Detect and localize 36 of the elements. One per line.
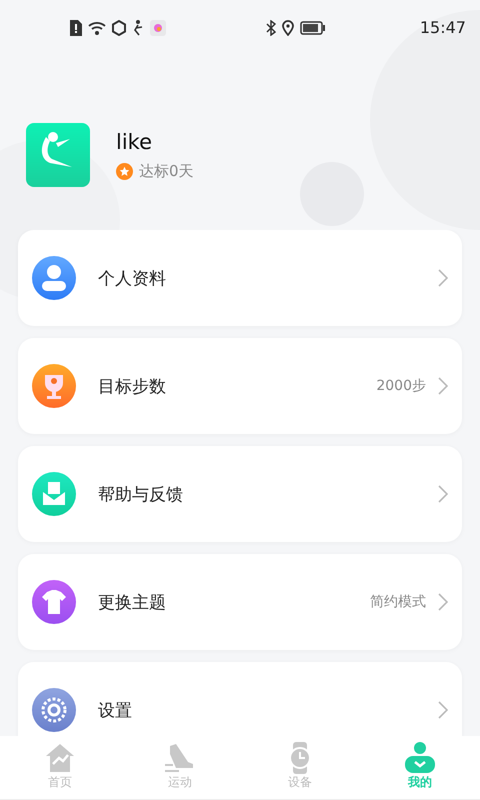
app-logo — [26, 123, 90, 187]
clock-time: 15:47 — [420, 18, 466, 37]
location-icon — [282, 20, 294, 36]
chevron-icon — [438, 701, 448, 719]
hexagon-icon — [112, 20, 126, 36]
chevron-icon — [438, 269, 448, 287]
menu-label: 目标步数 — [98, 376, 166, 398]
menu-item[interactable]: 更换主题 简约模式 — [18, 554, 462, 650]
wifi-icon — [88, 20, 106, 34]
user-name: like — [116, 130, 154, 154]
trophy-icon — [32, 364, 76, 408]
chevron-icon — [438, 593, 448, 611]
menu-label: 设置 — [98, 700, 132, 722]
help-icon — [32, 472, 76, 516]
profile-icon — [32, 256, 76, 300]
bluetooth-icon — [266, 20, 276, 36]
menu-item[interactable]: 个人资料 — [18, 230, 462, 326]
house-icon — [44, 742, 76, 774]
menu-value: 简约模式 — [370, 593, 426, 611]
chevron-icon — [438, 485, 448, 503]
menu-item[interactable]: 帮助与反馈 — [18, 446, 462, 542]
app-icon — [150, 20, 166, 36]
battery-icon — [300, 20, 326, 34]
chevron-icon — [438, 377, 448, 395]
settings-icon — [32, 688, 76, 732]
runner-icon — [132, 20, 144, 36]
menu-label: 更换主题 — [98, 592, 166, 614]
theme-icon — [32, 580, 76, 624]
menu-label: 个人资料 — [98, 268, 166, 290]
menu-item[interactable]: 设置 — [18, 662, 462, 736]
person-icon — [404, 742, 436, 774]
menu-value: 2000步 — [376, 377, 426, 395]
menu-label: 帮助与反馈 — [98, 484, 183, 506]
menu-item[interactable]: 目标步数 2000步 — [18, 338, 462, 434]
streak-text: 达标0天 — [139, 162, 194, 180]
sim-alert-icon — [70, 20, 82, 36]
